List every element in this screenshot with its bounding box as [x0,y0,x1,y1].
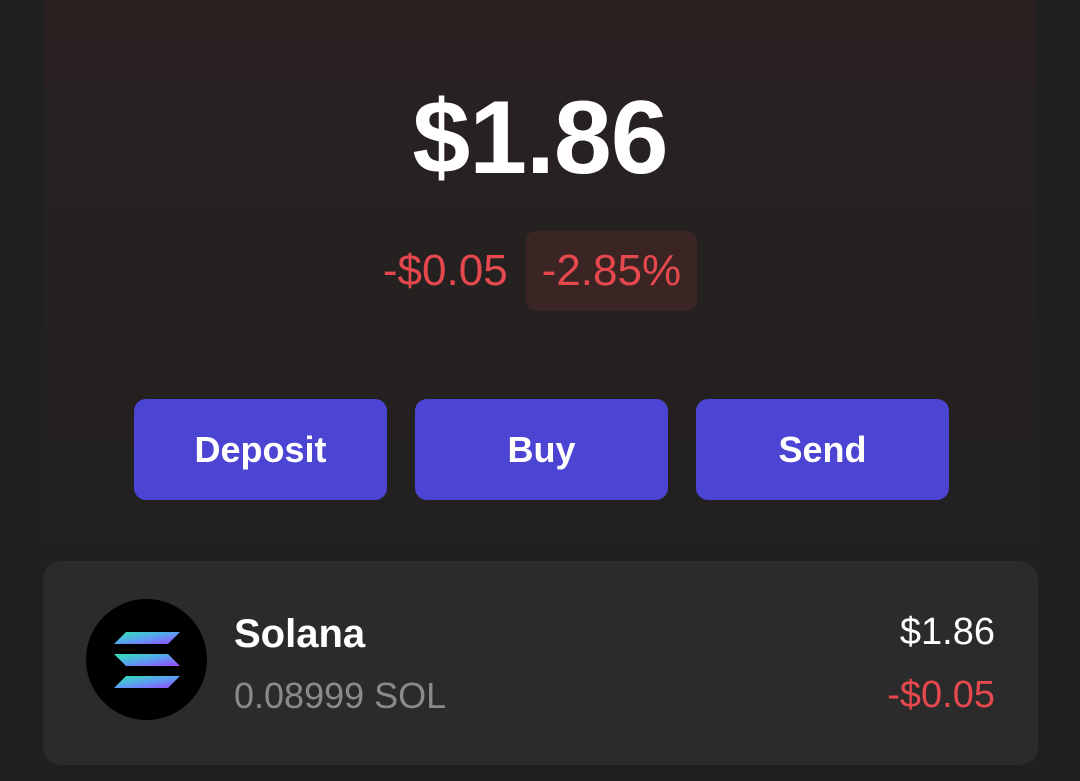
token-row-solana[interactable]: Solana 0.08999 SOL $1.86 -$0.05 [43,561,1038,765]
balance-change-amount: -$0.05 [382,246,508,295]
token-quantity: 0.08999 SOL [234,675,447,716]
token-name: Solana [234,612,366,656]
solana-logo-mark [113,631,180,688]
action-buttons: Deposit Buy Send [134,399,949,500]
total-balance: $1.86 [412,80,668,196]
deposit-button[interactable]: Deposit [134,399,387,500]
balance-change-row: -$0.05 -2.85% [0,231,1080,311]
wallet-screen: $1.86 -$0.05 -2.85% Deposit Buy Send Sol… [0,0,1080,781]
send-button[interactable]: Send [696,399,949,500]
solana-logo-icon [86,599,207,720]
balance-change-percent-badge: -2.85% [525,231,698,311]
buy-button[interactable]: Buy [415,399,668,500]
token-value: $1.86 [899,611,995,653]
token-change: -$0.05 [887,674,995,716]
